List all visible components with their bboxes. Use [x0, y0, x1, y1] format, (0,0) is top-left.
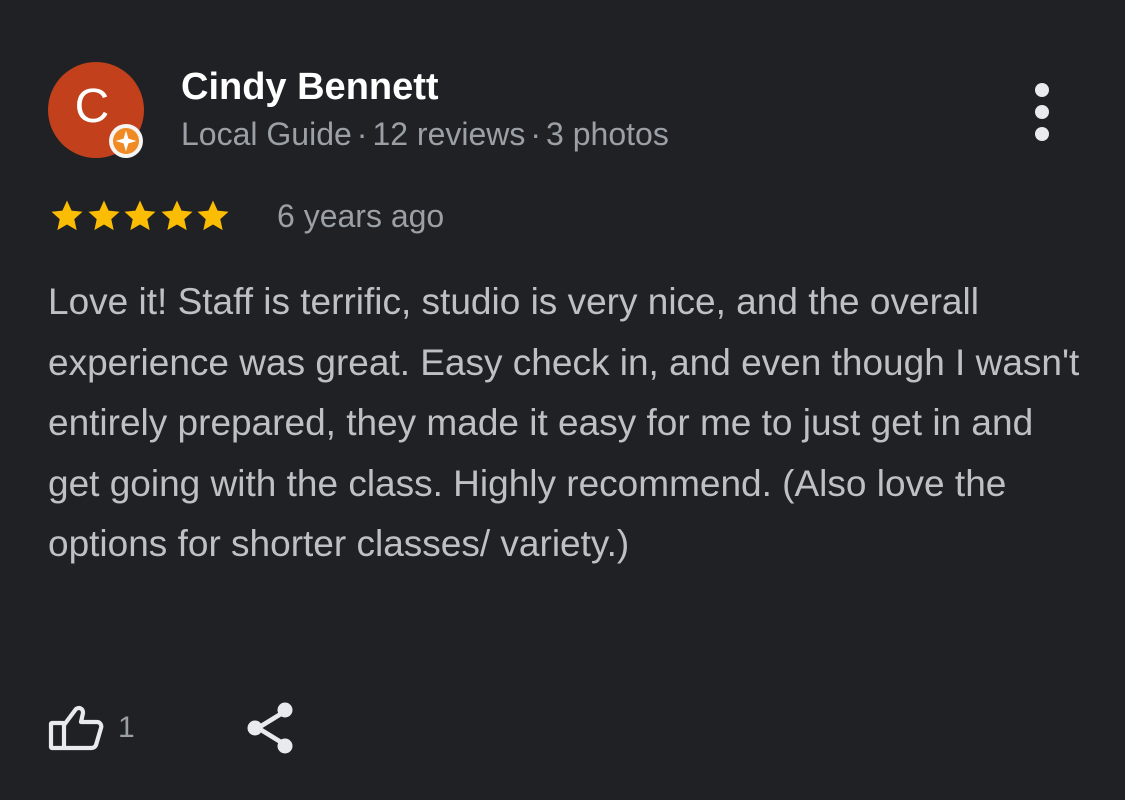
- star-icon: [87, 200, 120, 231]
- more-options-button[interactable]: [1020, 80, 1064, 144]
- review-text: Love it! Staff is terrific, studio is ve…: [48, 281, 1080, 564]
- star-icon: [51, 200, 83, 231]
- more-vertical-icon-dot: [1035, 105, 1049, 119]
- reviewer-meta: Local Guide · 12 reviews · 3 photos: [181, 116, 669, 153]
- photo-count: 3 photos: [546, 116, 669, 152]
- star-icon: [197, 200, 229, 231]
- star-icon: [124, 200, 156, 231]
- thumbs-up-icon: [48, 705, 104, 751]
- star-rating: [48, 196, 231, 236]
- meta-separator: ·: [530, 116, 542, 152]
- more-vertical-icon-dot: [1035, 83, 1049, 97]
- local-guide-label: Local Guide: [181, 116, 352, 152]
- share-icon[interactable]: [244, 700, 298, 756]
- avatar-initial: C: [74, 80, 110, 133]
- star-icon: [160, 200, 193, 231]
- review-time: 6 years ago: [277, 198, 445, 234]
- more-vertical-icon-dot: [1035, 127, 1049, 141]
- local-guide-badge-icon: [109, 124, 143, 158]
- meta-separator: ·: [356, 116, 368, 152]
- like-count: 1: [118, 711, 135, 744]
- review-count: 12 reviews: [372, 116, 526, 152]
- like-button[interactable]: 1: [48, 698, 135, 758]
- reviewer-name[interactable]: Cindy Bennett: [181, 66, 439, 109]
- review-card: C Cindy Bennett Local Guide · 12 reviews · 3…: [0, 0, 1125, 800]
